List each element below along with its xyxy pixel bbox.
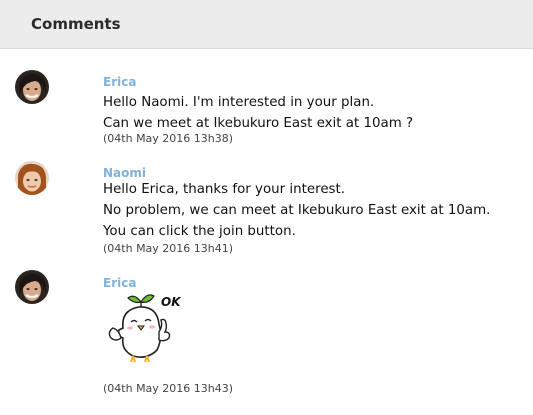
bird-ok-sticker-icon: OK! [101,288,186,368]
comments-title: Comments [31,15,121,33]
avatar-erica[interactable] [15,70,49,104]
comment-timestamp: (04th May 2016 13h41) [103,242,234,255]
comment-line: No problem, we can meet at Ikebukuro Eas… [103,203,491,218]
comment-line: Hello Naomi. I'm interested in your plan… [103,95,375,110]
comment-author[interactable]: Erica [103,75,136,89]
comment-line: You can click the join button. [103,224,296,239]
comment-line: Can we meet at Ikebukuro East exit at 10… [103,116,414,131]
sticker-ok-text: OK! [161,295,181,309]
comments-header: Comments [0,0,533,49]
comment-line: Hello Erica, thanks for your interest. [103,182,346,197]
comment-timestamp: (04th May 2016 13h43) [103,382,234,395]
comment-author[interactable]: Naomi [103,166,146,180]
comment-body: Hello Erica, thanks for your interest. N… [103,179,490,242]
comment-body: Hello Naomi. I'm interested in your plan… [103,92,413,134]
comment-timestamp: (04th May 2016 13h38) [103,132,234,145]
avatar-erica[interactable] [15,270,49,304]
avatar-naomi[interactable] [15,161,49,195]
